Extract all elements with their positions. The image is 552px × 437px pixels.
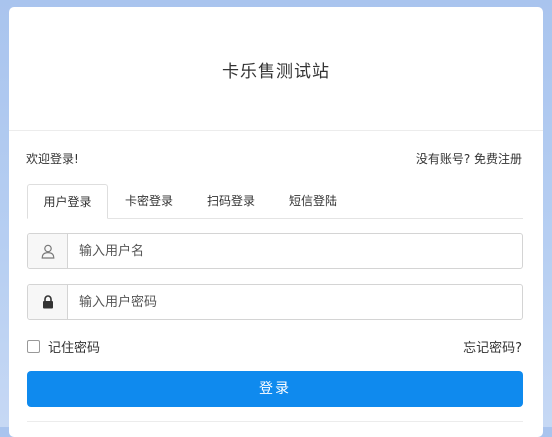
- password-field: [27, 284, 529, 320]
- forgot-password-link[interactable]: 忘记密码?: [463, 337, 522, 356]
- bottom-divider: [27, 421, 523, 422]
- remember-label: 记住密码: [48, 341, 101, 356]
- remember-checkbox[interactable]: [27, 340, 40, 353]
- lock-icon: [28, 285, 68, 319]
- register-link[interactable]: 没有账号? 免费注册: [416, 150, 522, 167]
- tab-sms-login[interactable]: 短信登陆: [277, 184, 349, 218]
- user-icon: [28, 234, 68, 268]
- login-card: 卡乐售测试站 欢迎登录! 没有账号? 免费注册 用户登录 卡密登录 扫码登录 短…: [9, 7, 543, 437]
- login-tabs: 用户登录 卡密登录 扫码登录 短信登陆: [27, 184, 523, 219]
- header-divider: [9, 130, 543, 131]
- tab-scan-login[interactable]: 扫码登录: [195, 184, 267, 218]
- welcome-text: 欢迎登录!: [26, 152, 79, 166]
- tab-card-login[interactable]: 卡密登录: [113, 184, 185, 218]
- login-button[interactable]: 登录: [27, 371, 523, 407]
- tab-user-login[interactable]: 用户登录: [27, 184, 108, 219]
- username-input[interactable]: [68, 234, 529, 268]
- password-input[interactable]: [68, 285, 529, 319]
- remember-password[interactable]: 记住密码: [27, 337, 100, 356]
- site-title: 卡乐售测试站: [222, 62, 330, 82]
- username-field: [27, 233, 529, 269]
